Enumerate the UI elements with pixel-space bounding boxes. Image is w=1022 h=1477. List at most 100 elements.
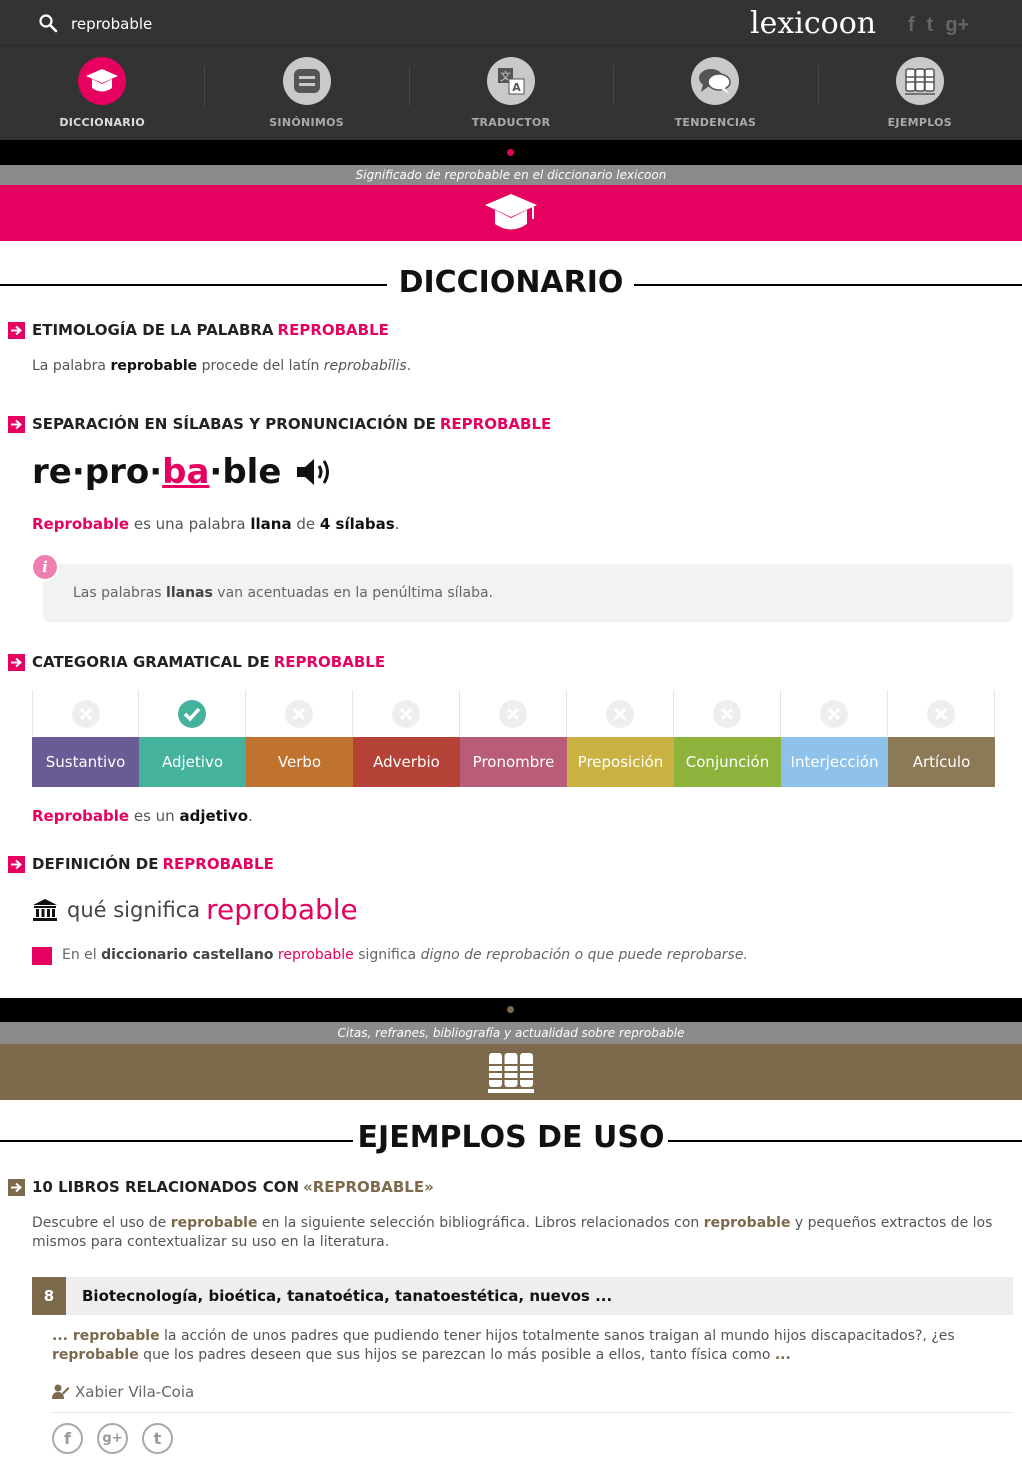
etymology-text: La palabra reprobable procede del latín …	[32, 358, 412, 374]
social-links-top: f t g+	[908, 14, 969, 37]
examples-subtitle: Citas, refranes, bibliografía y actualid…	[0, 1022, 1022, 1044]
active-dot	[507, 149, 514, 156]
nav-label: EJEMPLOS	[887, 116, 953, 129]
heading-text: ETIMOLOGÍA DE LA PALABRA	[32, 321, 274, 339]
nav-label: TENDENCIAS	[674, 116, 757, 129]
arrow-icon	[8, 855, 25, 873]
facebook-icon[interactable]: f	[908, 14, 915, 37]
book-author: Xabier Vila-Coia	[52, 1383, 194, 1401]
syllable-description: Reprobable es una palabra llana de 4 síl…	[32, 515, 400, 533]
definition-bullet	[32, 947, 52, 965]
examples-band: Citas, refranes, bibliografía y actualid…	[0, 998, 1022, 1100]
info-icon: i	[31, 553, 59, 581]
books-icon	[488, 1053, 534, 1093]
category-interjeccion[interactable]: Interjección	[781, 690, 888, 787]
book-excerpt: ... reprobable la acción de unos padres …	[52, 1328, 955, 1363]
cross-icon	[606, 699, 634, 728]
search-input[interactable]: reprobable	[71, 15, 152, 33]
dict-section-title: DICCIONARIO	[0, 265, 1022, 305]
dict-indicator-band	[0, 140, 1022, 165]
category-label: Verbo	[246, 737, 353, 787]
category-label: Conjunción	[674, 737, 781, 787]
category-label: Adverbio	[353, 737, 460, 787]
nav-diccionario[interactable]: DICCIONARIO	[0, 46, 204, 140]
graduation-cap-icon	[485, 194, 537, 230]
grammar-categories: Sustantivo Adjetivo Verbo Adverbio Prono…	[32, 690, 995, 787]
category-adverbio[interactable]: Adverbio	[353, 690, 460, 787]
google-plus-icon[interactable]: g+	[945, 14, 969, 37]
author-icon	[52, 1384, 70, 1399]
nav-tendencias[interactable]: TENDENCIAS	[613, 46, 817, 140]
cross-icon	[71, 699, 100, 728]
category-preposicion[interactable]: Preposición	[567, 690, 674, 787]
facebook-share-icon[interactable]: f	[52, 1423, 83, 1454]
category-label: Interjección	[781, 737, 888, 787]
search-icon[interactable]	[38, 13, 58, 33]
heading-text: CATEGORIA GRAMATICAL DE	[32, 653, 270, 671]
chat-bubbles-icon	[691, 57, 740, 105]
query-text: qué significa	[67, 897, 201, 922]
category-articulo[interactable]: Artículo	[888, 690, 995, 787]
info-box: Las palabras llanas van acentuadas en la…	[43, 564, 1013, 622]
main-nav: DICCIONARIO SINÓNIMOS 文A TRADUCTOR TENDE…	[0, 46, 1022, 140]
arrow-icon	[8, 1178, 25, 1196]
category-adjetivo[interactable]: Adjetivo	[139, 690, 246, 787]
arrow-icon	[8, 415, 25, 433]
category-sustantivo[interactable]: Sustantivo	[32, 690, 139, 787]
nav-label: TRADUCTOR	[471, 116, 551, 129]
heading-text: DEFINICIÓN DE	[32, 855, 159, 873]
heading-text: 10 LIBROS RELACIONADOS CON	[32, 1178, 300, 1196]
query-word: reprobable	[206, 893, 358, 926]
institution-icon	[33, 898, 57, 921]
speaker-icon[interactable]	[295, 455, 333, 489]
author-name[interactable]: Xabier Vila-Coia	[75, 1383, 194, 1401]
category-heading: CATEGORIA GRAMATICAL DE REPROBABLE	[8, 653, 385, 671]
etymology-heading: ETIMOLOGÍA DE LA PALABRA REPROBABLE	[8, 321, 389, 339]
heading-word: «REPROBABLE»	[303, 1178, 434, 1196]
nav-ejemplos[interactable]: EJEMPLOS	[817, 46, 1022, 140]
top-bar: reprobable lexicoon f t g+	[0, 0, 1022, 46]
heading-word: REPROBABLE	[439, 415, 552, 433]
arrow-icon	[8, 653, 25, 671]
arrow-icon	[8, 321, 25, 339]
twitter-share-icon[interactable]: t	[142, 1423, 173, 1454]
syllable-split: re·pro· ba ·ble	[32, 452, 333, 492]
book-title[interactable]: Biotecnología, bioética, tanatoética, ta…	[82, 1287, 612, 1305]
books-heading: 10 LIBROS RELACIONADOS CON «REPROBABLE»	[8, 1178, 434, 1196]
cross-icon	[499, 699, 527, 728]
book-item-header[interactable]: 8 Biotecnología, bioética, tanatoética, …	[32, 1277, 1013, 1315]
heading-text: SEPARACIÓN EN SÍLABAS Y PRONUNCIACIÓN DE	[32, 415, 436, 433]
nav-traductor[interactable]: 文A TRADUCTOR	[408, 46, 613, 140]
active-dot	[507, 1006, 514, 1013]
cross-icon	[927, 699, 955, 728]
category-conjuncion[interactable]: Conjunción	[674, 690, 781, 787]
heading-word: REPROBABLE	[277, 321, 389, 339]
nav-sinonimos[interactable]: SINÓNIMOS	[204, 46, 408, 140]
dict-subtitle: Significado de reprobable en el dicciona…	[0, 165, 1022, 185]
books-description: Descubre el uso de reprobable en la sigu…	[32, 1215, 993, 1250]
page-title: DICCIONARIO	[398, 265, 624, 300]
category-pronombre[interactable]: Pronombre	[460, 690, 567, 787]
category-label: Pronombre	[460, 737, 567, 787]
google-plus-share-icon[interactable]: g+	[97, 1423, 128, 1454]
stressed-syllable: ba	[162, 452, 210, 492]
twitter-icon[interactable]: t	[927, 14, 934, 37]
book-number: 8	[32, 1277, 66, 1315]
share-buttons: f g+ t	[52, 1423, 173, 1454]
category-label: Artículo	[888, 737, 995, 787]
category-label: Adjetivo	[139, 737, 246, 787]
category-description: Reprobable es un adjetivo.	[32, 807, 253, 825]
category-verbo[interactable]: Verbo	[246, 690, 353, 787]
definition-text: En el diccionario castellano reprobable …	[62, 947, 748, 963]
heading-word: REPROBABLE	[273, 653, 386, 671]
site-logo[interactable]: lexicoon	[750, 6, 876, 41]
section-title: EJEMPLOS DE USO	[357, 1120, 665, 1155]
translate-icon: 文A	[487, 57, 536, 105]
nav-label: DICCIONARIO	[59, 116, 146, 129]
cross-icon	[392, 699, 420, 728]
cross-icon	[285, 699, 313, 728]
syllables-post: ·ble	[209, 452, 282, 492]
dict-banner	[0, 185, 1022, 241]
category-label: Preposición	[567, 737, 674, 787]
definition-query: qué significa reprobable	[32, 893, 358, 926]
